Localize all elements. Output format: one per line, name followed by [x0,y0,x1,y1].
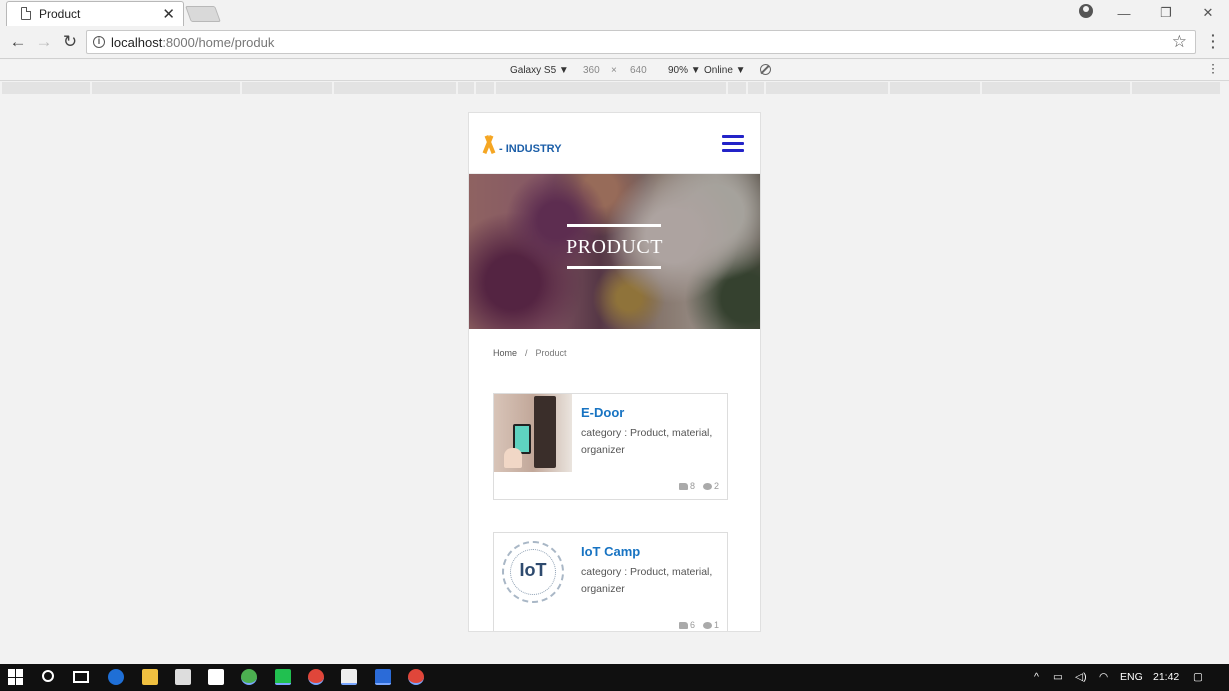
comment-count: 1 [702,620,719,630]
mail-icon[interactable] [208,669,224,685]
back-arrow-icon[interactable]: ← [8,32,28,52]
profile-icon[interactable] [1079,4,1093,18]
device-height[interactable]: 640 [630,65,647,76]
clock[interactable]: 21:42 [1153,671,1179,683]
document-icon[interactable] [375,669,391,685]
chevron-up-icon[interactable]: ^ [1034,671,1039,683]
browser-tab-strip: Product ✕ — ❐ ✕ [0,0,1229,26]
rotate-icon[interactable] [760,64,771,75]
logo-icon[interactable] [481,135,497,153]
comment-icon [702,622,712,629]
thumbs-up-icon [678,622,688,629]
close-window-button[interactable]: ✕ [1187,0,1229,26]
product-category: category : Product, material, organizer [581,427,713,456]
system-tray: ^ ▭ ◁) ◠ ENG 21:42 ▢ [1029,664,1229,691]
chrome-icon[interactable] [308,669,324,685]
device-toolbar-menu-icon[interactable]: · · · [1212,61,1215,79]
tab-title: Product [39,7,81,21]
app-icon[interactable] [241,669,257,685]
media-query-bar[interactable] [0,82,1229,96]
thumbs-up-icon [678,483,688,490]
tab-close-icon[interactable]: ✕ [162,5,175,23]
language-indicator[interactable]: ENG [1120,671,1143,683]
wifi-icon[interactable]: ◠ [1099,671,1108,683]
product-stats: 8 2 [678,481,719,491]
browser-toolbar: ← → ↻ i localhost:8000/home/produk ☆ · · · [0,26,1229,59]
edge-icon[interactable] [108,669,124,685]
hamburger-menu-icon[interactable] [722,135,744,152]
breadcrumb-separator: / [525,348,528,358]
url-text[interactable]: localhost:8000/home/produk [111,35,274,50]
window-controls: — ❐ ✕ [1103,0,1229,26]
like-count: 6 [678,620,695,630]
restore-button[interactable]: ❐ [1145,0,1187,26]
reload-icon[interactable]: ↻ [60,32,80,52]
page-icon [21,7,31,20]
logo-text[interactable]: - INDUSTRY [499,143,562,155]
product-category: category : Product, material, organizer [581,566,713,595]
product-image[interactable]: IoT [494,533,572,611]
hero-title: PRODUCT [566,236,663,258]
browser-menu-icon[interactable]: · · · [1211,28,1216,54]
site-header: - INDUSTRY [469,113,760,174]
task-view-icon[interactable] [73,671,89,683]
volume-icon[interactable]: ◁) [1075,671,1087,683]
browser-tab[interactable]: Product ✕ [6,1,184,26]
breadcrumb-current: Product [535,348,567,358]
new-tab-button[interactable] [185,6,221,22]
product-card[interactable]: IoT IoT Camp category : Product, materia… [493,532,728,631]
chrome-icon[interactable] [408,669,424,685]
hero-divider-bottom [567,266,661,269]
door-lock-icon [534,396,556,468]
product-card[interactable]: E-Door category : Product, material, org… [493,393,728,500]
device-toolbar: Galaxy S5 ▼ 360 × 640 90% ▼ Online ▼ · · · [0,60,1229,81]
battery-icon[interactable]: ▭ [1053,671,1063,683]
store-icon[interactable] [175,669,191,685]
like-count: 8 [678,481,695,491]
forward-arrow-icon[interactable]: → [34,32,54,52]
search-icon[interactable] [42,670,54,682]
breadcrumb: Home / Product [493,348,567,358]
photos-icon[interactable] [341,669,357,685]
line-icon[interactable] [275,669,291,685]
hero-banner: PRODUCT [469,174,760,329]
windows-start-icon[interactable] [8,669,24,685]
hero-divider-top [567,224,661,227]
bookmark-star-icon[interactable]: ☆ [1172,32,1187,52]
device-select[interactable]: Galaxy S5 ▼ [510,65,569,76]
product-title[interactable]: E-Door [581,405,624,420]
taskbar: ^ ▭ ◁) ◠ ENG 21:42 ▢ [0,664,1229,691]
product-title[interactable]: IoT Camp [581,544,640,559]
product-stats: 6 1 [678,620,719,630]
network-select[interactable]: Online ▼ [704,65,746,76]
device-width[interactable]: 360 [583,65,600,76]
minimize-button[interactable]: — [1103,0,1145,26]
breadcrumb-home[interactable]: Home [493,348,517,358]
zoom-select[interactable]: 90% ▼ [668,65,701,76]
comment-count: 2 [702,481,719,491]
comment-icon [702,483,712,490]
dimension-separator: × [611,65,617,76]
info-icon[interactable]: i [93,36,105,48]
notification-icon[interactable]: ▢ [1193,671,1203,683]
product-image[interactable] [494,394,572,472]
address-bar[interactable]: i localhost:8000/home/produk ☆ [86,30,1196,54]
file-explorer-icon[interactable] [142,669,158,685]
device-viewport: - INDUSTRY PRODUCT Home / Product E-Door c… [468,112,761,632]
